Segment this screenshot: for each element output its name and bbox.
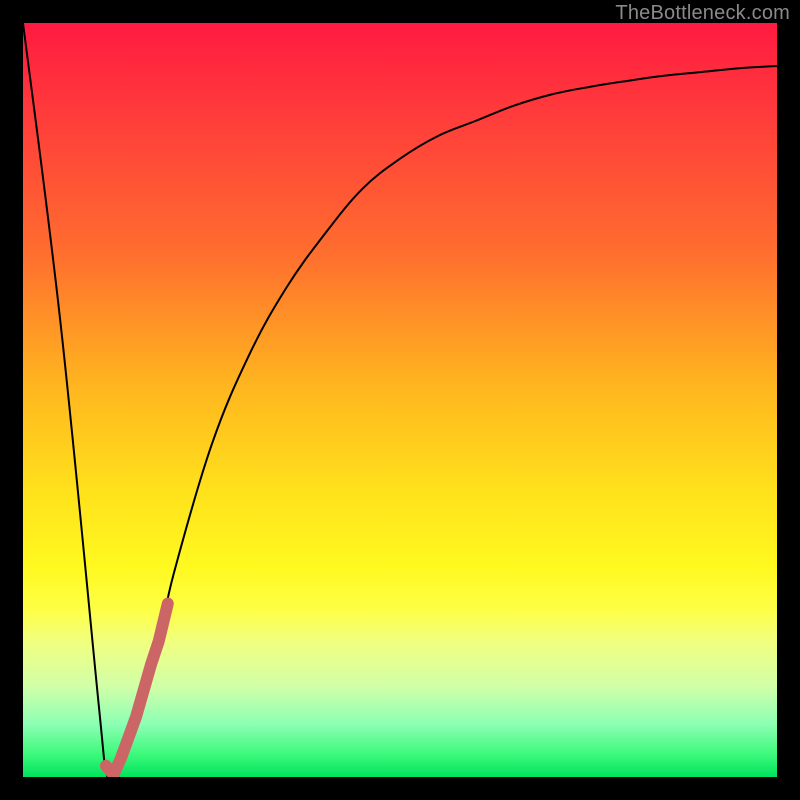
watermark-text: TheBottleneck.com bbox=[615, 2, 790, 25]
curve-layer bbox=[23, 23, 777, 777]
chart-frame: TheBottleneck.com bbox=[0, 0, 800, 800]
plot-area bbox=[23, 23, 777, 777]
bottleneck-curve bbox=[23, 23, 777, 777]
highlight-segment bbox=[106, 604, 168, 775]
